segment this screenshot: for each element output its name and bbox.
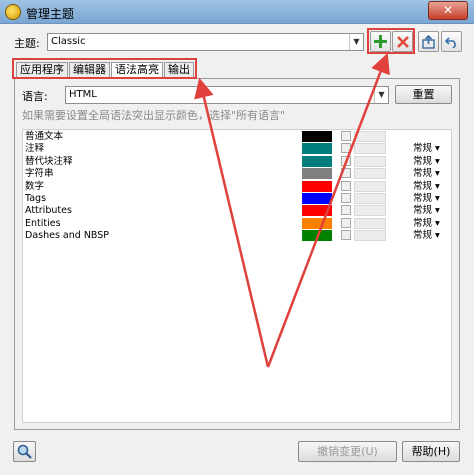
background-checkbox[interactable]: [341, 131, 351, 141]
background-swatch[interactable]: [354, 155, 386, 167]
font-style-select[interactable]: 常规 ▾: [413, 193, 440, 205]
font-style-select[interactable]: 常规 ▾: [413, 181, 440, 193]
font-style-select[interactable]: 常规 ▾: [413, 230, 440, 242]
style-row[interactable]: 字符串 常规 ▾: [23, 168, 451, 180]
style-row[interactable]: 普通文本: [23, 131, 451, 143]
tab-editor[interactable]: 编辑器: [69, 62, 110, 78]
undo-icon: [445, 36, 456, 48]
window-close-button[interactable]: ✕: [428, 1, 468, 20]
color-swatch[interactable]: [302, 230, 332, 242]
style-name: 数字: [25, 180, 45, 192]
style-row[interactable]: 数字 常规 ▾: [23, 180, 451, 193]
style-row[interactable]: Tags 常规 ▾: [23, 193, 451, 205]
title-bar: 管理主题 ✕: [0, 0, 474, 24]
window-title: 管理主题: [26, 7, 75, 21]
style-name: Tags: [25, 193, 47, 204]
tab-output[interactable]: 输出: [164, 62, 194, 78]
color-swatch[interactable]: [302, 143, 332, 155]
color-swatch[interactable]: [302, 131, 332, 142]
background-checkbox[interactable]: [341, 168, 351, 179]
style-row[interactable]: 替代块注释 常规 ▾: [23, 155, 451, 168]
language-select-value: HTML: [69, 89, 97, 100]
background-swatch[interactable]: [354, 168, 386, 180]
background-swatch[interactable]: [354, 143, 386, 155]
language-label: 语言:: [22, 90, 48, 103]
chevron-down-icon: ▼: [374, 87, 388, 103]
hint-text: 如果需要设置全局语法突出显示颜色，选择"所有语言": [22, 109, 286, 122]
add-theme-button[interactable]: [370, 31, 391, 52]
style-name: Attributes: [25, 205, 72, 217]
color-swatch[interactable]: [302, 205, 332, 217]
style-name: 普通文本: [25, 131, 64, 143]
background-swatch[interactable]: [354, 217, 386, 229]
color-swatch[interactable]: [302, 155, 332, 167]
undo-changes-button[interactable]: 撤销变更(U): [298, 441, 397, 462]
background-checkbox[interactable]: [341, 143, 351, 154]
color-swatch[interactable]: [302, 193, 332, 204]
style-name: Entities: [25, 217, 61, 229]
app-icon: [5, 4, 21, 20]
help-button[interactable]: 帮助(H): [402, 441, 460, 462]
theme-select[interactable]: Classic ▼: [47, 33, 364, 51]
theme-label: 主题:: [14, 37, 40, 50]
background-checkbox[interactable]: [341, 193, 351, 203]
color-swatch[interactable]: [302, 217, 332, 229]
background-swatch[interactable]: [354, 230, 386, 242]
style-row[interactable]: Entities 常规 ▾: [23, 217, 451, 230]
background-checkbox[interactable]: [341, 180, 351, 191]
manage-themes-window: 管理主题 ✕ 主题: Classic ▼ 应用程序 编辑器 语法高亮 输出 语言…: [0, 0, 474, 475]
x-icon: [396, 35, 409, 48]
tab-syntax-highlight[interactable]: 语法高亮: [111, 62, 163, 79]
style-name: 注释: [25, 143, 45, 155]
export-icon: [422, 34, 435, 49]
background-checkbox[interactable]: [341, 155, 351, 166]
color-swatch[interactable]: [302, 180, 332, 192]
theme-select-value: Classic: [51, 36, 86, 47]
background-swatch[interactable]: [354, 131, 386, 142]
delete-theme-button[interactable]: [392, 31, 413, 52]
background-swatch[interactable]: [354, 180, 386, 192]
plus-icon: [374, 35, 387, 48]
font-style-select[interactable]: 常规 ▾: [413, 156, 440, 168]
style-name: 替代块注释: [25, 155, 73, 167]
background-swatch[interactable]: [354, 205, 386, 217]
background-checkbox[interactable]: [341, 217, 351, 228]
font-style-select[interactable]: 常规 ▾: [413, 143, 440, 155]
style-row[interactable]: 注释 常规 ▾: [23, 143, 451, 155]
tab-application[interactable]: 应用程序: [16, 62, 68, 78]
style-row[interactable]: Attributes 常规 ▾: [23, 205, 451, 217]
style-row[interactable]: Dashes and NBSP 常规 ▾: [23, 230, 451, 242]
language-select[interactable]: HTML ▼: [65, 86, 389, 104]
style-name: 字符串: [25, 168, 54, 180]
background-checkbox[interactable]: [341, 230, 351, 241]
background-swatch[interactable]: [354, 193, 386, 204]
search-button[interactable]: [13, 441, 36, 462]
color-swatch[interactable]: [302, 168, 332, 180]
undo-button[interactable]: [441, 31, 462, 52]
magnifier-icon: [17, 444, 32, 459]
font-style-select[interactable]: 常规 ▾: [413, 168, 440, 180]
font-style-select[interactable]: 常规 ▾: [413, 218, 440, 230]
reset-button[interactable]: 重置: [395, 85, 452, 104]
export-theme-button[interactable]: [418, 31, 439, 52]
tab-bar: 应用程序 编辑器 语法高亮 输出: [16, 62, 195, 79]
chevron-down-icon: ▼: [349, 34, 363, 50]
style-name: Dashes and NBSP: [25, 230, 110, 242]
background-checkbox[interactable]: [341, 205, 351, 216]
font-style-select[interactable]: 常规 ▾: [413, 205, 440, 217]
